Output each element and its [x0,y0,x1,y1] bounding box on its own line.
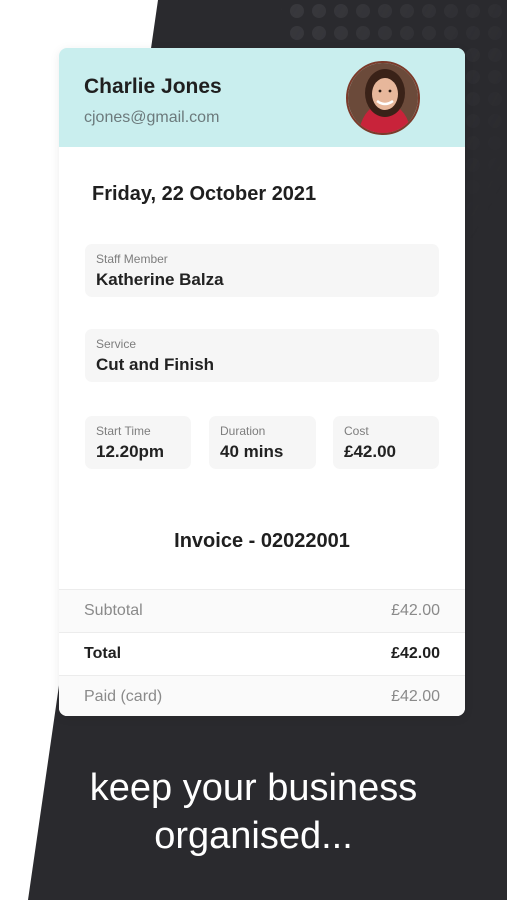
invoice-totals: Subtotal £42.00 Total £42.00 Paid (card)… [59,589,465,716]
staff-member-field[interactable]: Staff Member Katherine Balza [85,244,439,297]
cost-label: Cost [344,424,369,438]
tagline-line-2: organised... [154,815,353,857]
service-label: Service [96,337,137,351]
customer-avatar[interactable] [346,61,420,135]
customer-header: Charlie Jones cjones@gmail.com [59,48,465,147]
marketing-tagline: keep your business organised... [0,764,507,860]
cost-field[interactable]: Cost £42.00 [333,416,439,469]
total-row: Total £42.00 [59,632,465,675]
tagline-line-1: keep your business [89,767,418,809]
paid-row: Paid (card) £42.00 [59,675,465,716]
appointment-card: Charlie Jones cjones@gmail.com Friday, 2… [59,48,465,716]
subtotal-label: Subtotal [84,602,143,619]
customer-email[interactable]: cjones@gmail.com [84,109,219,127]
paid-value: £42.00 [391,688,440,705]
paid-label: Paid (card) [84,688,163,705]
staff-member-label: Staff Member [96,252,168,266]
start-time-field[interactable]: Start Time 12.20pm [85,416,191,469]
invoice-title: Invoice - 02022001 [174,530,350,552]
total-value: £42.00 [391,645,440,662]
duration-value: 40 mins [220,442,284,461]
customer-name: Charlie Jones [84,75,222,98]
subtotal-row: Subtotal £42.00 [59,589,465,632]
start-time-label: Start Time [96,424,151,438]
duration-label: Duration [220,424,266,438]
subtotal-value: £42.00 [391,602,440,619]
avatar-photo [348,63,418,133]
start-time-value: 12.20pm [96,442,165,461]
appointment-date: Friday, 22 October 2021 [92,183,317,205]
service-value: Cut and Finish [96,355,215,374]
service-field[interactable]: Service Cut and Finish [85,329,439,382]
staff-member-value: Katherine Balza [96,270,224,289]
total-label: Total [84,645,122,662]
cost-value: £42.00 [344,442,396,461]
duration-field[interactable]: Duration 40 mins [209,416,316,469]
